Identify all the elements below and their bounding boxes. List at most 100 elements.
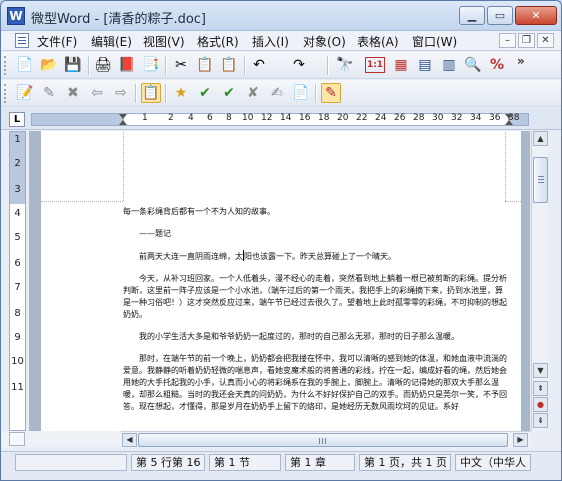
vertical-scrollbar[interactable]: ▲ ▼ ⇞ ● ⇟ <box>531 131 548 431</box>
ruler-number: 16 <box>299 113 311 123</box>
maximize-button[interactable]: ▭ <box>487 6 513 25</box>
ruler-number: 6 <box>14 258 21 269</box>
scroll-down-button[interactable]: ▼ <box>533 363 548 378</box>
toolbar-overflow-icon[interactable]: » <box>517 54 525 68</box>
accept-change-icon[interactable]: ✔ <box>195 83 215 103</box>
horizontal-ruler[interactable]: 1 2 4 6 8 10 12 14 16 18 20 22 24 26 28 … <box>31 113 529 126</box>
horizontal-scrollbar[interactable]: ◀ ▶ <box>121 431 531 447</box>
ruler-number: 34 <box>470 113 482 123</box>
menu-window[interactable]: 窗口(W) <box>412 33 457 50</box>
scroll-up-button[interactable]: ▲ <box>533 131 548 146</box>
page-number-icon[interactable]: 1:1 <box>365 57 385 73</box>
document-body[interactable]: 每一条彩绳背后都有一个不为人知的故事。 ——题记 前两天大连一直阴雨连绵，太阳也… <box>123 206 507 423</box>
ruler-number: 32 <box>451 113 463 123</box>
percent-icon[interactable]: % <box>487 55 507 75</box>
redo-icon[interactable]: ↷ <box>289 55 309 75</box>
toolbar-separator <box>327 56 328 75</box>
ruler-number: 9 <box>14 332 21 343</box>
menu-edit[interactable]: 编辑(E) <box>91 33 132 50</box>
ruler-number: 20 <box>337 113 349 123</box>
word-app-icon[interactable]: W <box>7 7 25 25</box>
review-pane-icon[interactable]: ✍ <box>267 83 287 103</box>
insert-table-icon[interactable]: ▦ <box>391 55 411 75</box>
ruler-number: 10 <box>11 356 24 367</box>
open-folder-icon[interactable]: 📂 <box>39 55 59 75</box>
copy-icon[interactable]: 📋 <box>195 55 215 75</box>
new-document-icon[interactable]: 📄 <box>15 55 35 75</box>
print-preview-icon[interactable]: 📑 <box>141 55 161 75</box>
menu-format[interactable]: 格式(R) <box>197 33 239 50</box>
next-comment-icon[interactable]: ⇨ <box>111 83 131 103</box>
margin-guide <box>41 201 123 202</box>
ruler-number: 7 <box>14 282 21 293</box>
ruler-number: 12 <box>261 113 273 123</box>
page-layout-icon[interactable]: ▤ <box>415 55 435 75</box>
scroll-left-button[interactable]: ◀ <box>122 433 137 447</box>
save-icon[interactable]: 💾 <box>63 55 83 75</box>
delete-comment-icon[interactable]: ✖ <box>63 83 83 103</box>
indent-marker[interactable] <box>119 114 128 126</box>
zoom-icon[interactable]: 🔍 <box>463 55 483 75</box>
close-button[interactable]: ✕ <box>515 6 557 25</box>
highlight-star-icon[interactable]: ★ <box>171 83 191 103</box>
minimize-button[interactable]: ▁ <box>459 6 485 25</box>
edit-document-icon[interactable]: 📝 <box>15 83 35 103</box>
toolbar-separator <box>244 56 245 75</box>
toolbar-grip[interactable] <box>4 56 8 75</box>
ruler-number: 3 <box>14 184 21 195</box>
ruler-number: 18 <box>318 113 330 123</box>
status-line-column: 第 5 行第 16 <box>131 454 205 471</box>
document-workspace: 每一条彩绳背后都有一个不为人知的故事。 ——题记 前两天大连一直阴雨连绵，太阳也… <box>29 131 530 431</box>
paragraph: 每一条彩绳背后都有一个不为人知的故事。 <box>123 207 275 216</box>
scroll-right-button[interactable]: ▶ <box>513 433 528 447</box>
select-browse-object-button[interactable]: ● <box>533 397 548 412</box>
menu-bar: 文件(F) 编辑(E) 视图(V) 格式(R) 插入(I) 对象(O) 表格(A… <box>1 31 561 51</box>
paragraph: 前两天大连一直阴雨连绵，太阳也该露一下。昨天总算碰上了一个晴天。 <box>123 250 507 263</box>
horizontal-ruler-bar: L 1 2 4 6 8 10 12 14 16 18 20 22 24 26 2… <box>1 108 561 130</box>
ruler-number: 6 <box>207 113 213 123</box>
paste-icon[interactable]: 📋 <box>219 55 239 75</box>
document-map-icon[interactable]: ▥ <box>439 55 459 75</box>
ruler-number: 8 <box>226 113 232 123</box>
print-icon[interactable]: 🖨 <box>93 55 113 75</box>
menu-table[interactable]: 表格(A) <box>357 33 399 50</box>
find-icon[interactable]: 🔭 <box>335 55 355 75</box>
pdf-export-icon[interactable]: 📕 <box>117 55 137 75</box>
next-page-button[interactable]: ⇟ <box>533 413 548 428</box>
menu-insert[interactable]: 插入(I) <box>252 33 289 50</box>
previous-page-button[interactable]: ⇞ <box>533 381 548 396</box>
menu-object[interactable]: 对象(O) <box>303 33 346 50</box>
menu-file[interactable]: 文件(F) <box>37 33 77 50</box>
doc-restore-button[interactable]: ❐ <box>518 33 535 48</box>
title-bar[interactable]: W 微型Word - [清香的粽子.doc] ▁ ▭ ✕ <box>1 1 561 31</box>
undo-icon[interactable]: ↶ <box>249 55 269 75</box>
horizontal-scroll-thumb[interactable] <box>138 433 508 447</box>
paragraph: 我的小学生活大多是和爷爷奶奶一起度过的，那时的自己那么无邪，那时的日子那么温暖。 <box>139 332 459 341</box>
vertical-ruler[interactable]: 1 2 3 4 5 6 7 8 9 10 11 <box>9 131 26 431</box>
toolbar-grip[interactable] <box>4 84 8 103</box>
ruler-number: 26 <box>394 113 406 123</box>
toolbar-separator <box>315 84 316 103</box>
ruler-number: 30 <box>432 113 444 123</box>
document-menu-icon[interactable] <box>15 33 29 48</box>
menu-view[interactable]: 视图(V) <box>143 33 185 50</box>
vertical-scroll-thumb[interactable] <box>533 157 548 203</box>
left-margin-area <box>32 114 124 125</box>
previous-comment-icon[interactable]: ⇦ <box>87 83 107 103</box>
doc-close-button[interactable]: ✕ <box>537 33 554 48</box>
normal-view-button[interactable] <box>9 432 25 446</box>
clipboard-icon[interactable]: 📋 <box>141 83 161 103</box>
cut-icon[interactable]: ✂ <box>171 55 191 75</box>
reject-change-icon[interactable]: ✘ <box>243 83 263 103</box>
ruler-number: 1 <box>142 113 148 123</box>
ruler-number: 5 <box>14 232 21 243</box>
doc-minimize-button[interactable]: – <box>499 33 516 48</box>
edit-mode-icon[interactable]: ✎ <box>321 83 341 103</box>
document-page[interactable]: 每一条彩绳背后都有一个不为人知的故事。 ——题记 前两天大连一直阴雨连绵，太阳也… <box>41 131 521 431</box>
right-indent-marker[interactable] <box>505 114 514 126</box>
ruler-number: 2 <box>168 113 174 123</box>
accept-all-icon[interactable]: ✔ <box>219 83 239 103</box>
show-markup-icon[interactable]: 📄 <box>291 83 311 103</box>
track-edit-icon[interactable]: ✎ <box>39 83 59 103</box>
tab-stop-selector[interactable]: L <box>9 112 25 127</box>
